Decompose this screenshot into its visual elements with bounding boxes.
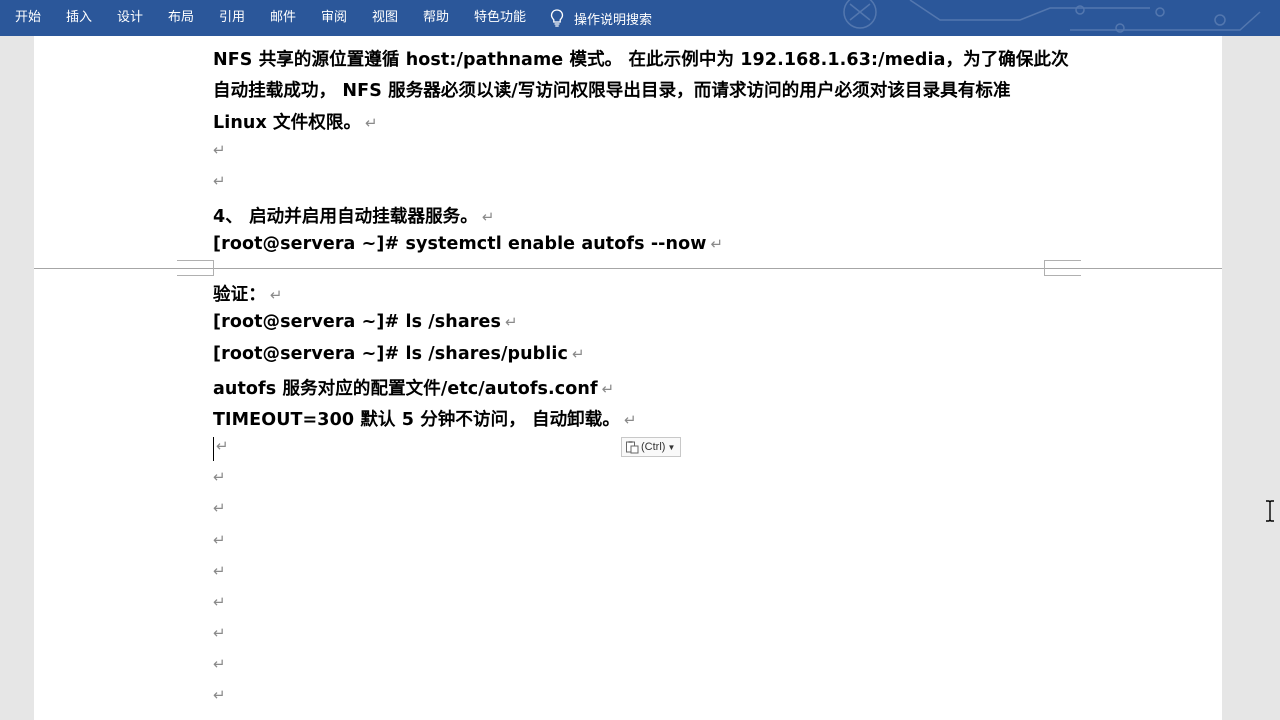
tab-view[interactable]: 视图: [372, 0, 398, 36]
doc-line-config: autofs 服务对应的配置文件/etc/autofs.conf ↵: [213, 379, 615, 399]
ribbon-decoration: [843, 0, 1261, 33]
doc-line-command-enable: [root@servera ~]# systemctl enable autof…: [213, 234, 724, 254]
empty-paragraph: ↵: [213, 655, 226, 673]
empty-paragraph: ↵: [216, 437, 229, 455]
paragraph-mark: ↵: [481, 208, 495, 226]
empty-paragraph: ↵: [213, 468, 226, 486]
empty-paragraph: ↵: [213, 686, 226, 704]
clipboard-icon: [626, 441, 639, 454]
doc-line-1: NFS 共享的源位置遵循 host:/pathname 模式。 在此示例中为 1…: [213, 50, 1069, 70]
paragraph-mark: ↵: [504, 313, 518, 331]
crop-mark-left: [177, 260, 214, 276]
empty-paragraph: ↵: [213, 141, 226, 159]
empty-paragraph: ↵: [213, 562, 226, 580]
paragraph-mark: ↵: [601, 380, 615, 398]
mouse-ibeam-icon: [1266, 500, 1274, 522]
empty-paragraph: ↵: [213, 172, 226, 190]
tab-home[interactable]: 开始: [15, 0, 41, 36]
paragraph-mark: ↵: [710, 235, 724, 253]
empty-paragraph: ↵: [213, 593, 226, 611]
chevron-down-icon: ▼: [667, 442, 676, 452]
tab-layout[interactable]: 布局: [168, 0, 194, 36]
tell-me-label: 操作说明搜索: [574, 12, 653, 28]
empty-paragraph: ↵: [213, 624, 226, 642]
tab-references[interactable]: 引用: [219, 0, 245, 36]
tab-design[interactable]: 设计: [117, 0, 143, 36]
paragraph-mark: ↵: [365, 114, 378, 132]
crop-mark-right: [1044, 260, 1081, 276]
tab-help[interactable]: 帮助: [423, 0, 449, 36]
text-cursor: [213, 437, 214, 461]
paragraph-mark: ↵: [623, 411, 637, 429]
doc-line-command-ls: [root@servera ~]# ls /shares ↵: [213, 312, 518, 332]
doc-line-2: 自动挂载成功， NFS 服务器必须以读/写访问权限导出目录，而请求访问的用户必须…: [213, 81, 1011, 101]
doc-line-step-4: 4、 启动并启用自动挂载器服务。 ↵: [213, 207, 495, 227]
paste-options-label: (Ctrl): [641, 441, 666, 453]
tab-mailings[interactable]: 邮件: [270, 0, 296, 36]
tab-review[interactable]: 审阅: [321, 0, 347, 36]
paragraph-mark: ↵: [269, 286, 283, 304]
doc-line-timeout: TIMEOUT=300 默认 5 分钟不访问， 自动卸载。 ↵: [213, 410, 637, 430]
empty-paragraph: ↵: [213, 499, 226, 517]
doc-line-verify: 验证： ↵: [213, 285, 283, 305]
lightbulb-icon: [550, 9, 564, 27]
doc-line-command-ls-public: [root@servera ~]# ls /shares/public ↵: [213, 344, 585, 364]
tab-insert[interactable]: 插入: [66, 0, 92, 36]
ribbon-tab-bar: 开始 插入 设计 布局 引用 邮件 审阅 视图 帮助 特色功能 操作说明搜索: [0, 0, 1280, 36]
empty-paragraph: ↵: [213, 531, 226, 549]
doc-line-3: Linux 文件权限。 ↵: [213, 113, 378, 133]
tell-me-search[interactable]: 操作说明搜索: [550, 0, 652, 36]
paste-options-button[interactable]: (Ctrl) ▼: [621, 437, 681, 457]
paragraph-mark: ↵: [571, 345, 585, 363]
tab-features[interactable]: 特色功能: [474, 0, 526, 36]
